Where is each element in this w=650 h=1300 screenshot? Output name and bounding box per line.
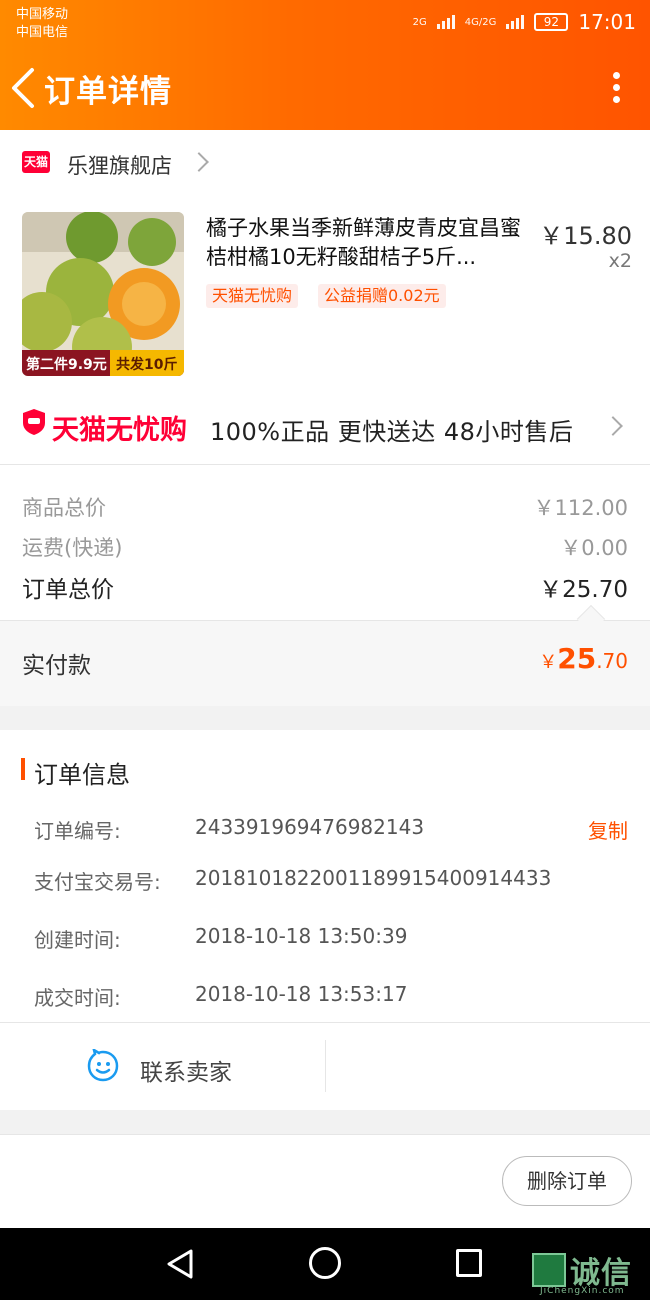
image-banner-right: 共发10斤 bbox=[116, 356, 177, 373]
product-quantity: x2 bbox=[608, 250, 632, 272]
delete-order-button[interactable]: 删除订单 bbox=[502, 1156, 632, 1206]
tmall-shop-icon: 天猫 bbox=[22, 151, 50, 173]
section-accent-bar bbox=[21, 758, 25, 780]
nav-back-icon[interactable] bbox=[166, 1248, 194, 1280]
alipay-trade-value: 2018101822001189915400914433 bbox=[195, 866, 552, 890]
more-menu-icon[interactable] bbox=[612, 72, 620, 104]
tag-charity-donation: 公益捐赠0.02元 bbox=[318, 284, 446, 308]
paid-label: 实付款 bbox=[22, 653, 91, 679]
chat-face-icon[interactable] bbox=[86, 1049, 120, 1083]
signal-icon-2 bbox=[506, 15, 525, 29]
carrier-1: 中国移动 bbox=[16, 7, 69, 22]
order-number-value: 243391969476982143 bbox=[195, 815, 425, 839]
watermark-subtext: JiChengXin.com bbox=[540, 1286, 625, 1296]
product-title[interactable]: 橘子水果当季新鲜薄皮青皮宜昌蜜桔柑橘10无籽酸甜桔子5斤... bbox=[206, 214, 540, 272]
closed-time-label: 成交时间: bbox=[34, 986, 121, 1010]
nav-home-icon[interactable] bbox=[309, 1247, 341, 1279]
network-type-1: 2G bbox=[412, 16, 427, 28]
assurance-brand[interactable]: 天猫无忧购 bbox=[52, 408, 187, 447]
product-image[interactable]: 第二件9.9元 共发10斤 bbox=[22, 212, 184, 376]
watermark-box-icon bbox=[532, 1253, 566, 1287]
shield-icon bbox=[23, 409, 45, 435]
order-total-label: 订单总价 bbox=[22, 577, 114, 603]
battery-icon: 92 bbox=[534, 13, 569, 31]
paid-integer: 25 bbox=[557, 642, 597, 675]
tangerine-photo: 第二件9.9元 共发10斤 bbox=[22, 212, 184, 376]
order-info-title: 订单信息 bbox=[34, 761, 130, 789]
created-time-value: 2018-10-18 13:50:39 bbox=[195, 924, 408, 948]
paid-amount: ￥25.70 bbox=[539, 642, 628, 675]
assurance-items[interactable]: 100%正品 更快送达 48小时售后 bbox=[210, 412, 573, 447]
goods-total-value: ￥112.00 bbox=[533, 496, 628, 520]
status-indicators: 2G 4G/2G 92 17:01 bbox=[413, 10, 636, 34]
carrier-2: 中国电信 bbox=[16, 25, 69, 40]
closed-time-value: 2018-10-18 13:53:17 bbox=[195, 982, 408, 1006]
network-type-2: 4G/2G bbox=[464, 16, 497, 28]
shipping-value: ￥0.00 bbox=[560, 536, 628, 560]
contact-seller-button[interactable]: 联系卖家 bbox=[140, 1053, 232, 1087]
created-time-label: 创建时间: bbox=[34, 928, 121, 952]
divider-vertical bbox=[325, 1040, 326, 1092]
nav-recent-apps-icon[interactable] bbox=[456, 1249, 482, 1277]
signal-icon bbox=[436, 15, 455, 29]
product-price: ￥15.80 bbox=[539, 222, 632, 250]
order-number-label: 订单编号: bbox=[34, 819, 121, 843]
tag-tmall-assurance: 天猫无忧购 bbox=[206, 284, 299, 308]
copy-order-number-button[interactable]: 复制 bbox=[588, 815, 628, 844]
back-arrow-icon[interactable] bbox=[10, 66, 36, 110]
shipping-label: 运费(快递) bbox=[22, 536, 123, 560]
alipay-trade-label: 支付宝交易号: bbox=[34, 870, 161, 894]
status-carriers: 中国移动 中国电信 bbox=[16, 6, 68, 42]
image-banner-left: 第二件9.9元 bbox=[26, 356, 107, 373]
paid-currency: ￥ bbox=[539, 652, 558, 673]
goods-total-label: 商品总价 bbox=[22, 496, 106, 520]
paid-decimal: .70 bbox=[596, 649, 628, 673]
page-title: 订单详情 bbox=[44, 74, 172, 110]
order-total-value: ￥25.70 bbox=[539, 577, 628, 603]
status-time: 17:01 bbox=[578, 10, 636, 34]
app-bar: 订单详情 bbox=[0, 52, 650, 124]
shop-name-link[interactable]: 乐狸旗舰店 bbox=[67, 150, 172, 180]
